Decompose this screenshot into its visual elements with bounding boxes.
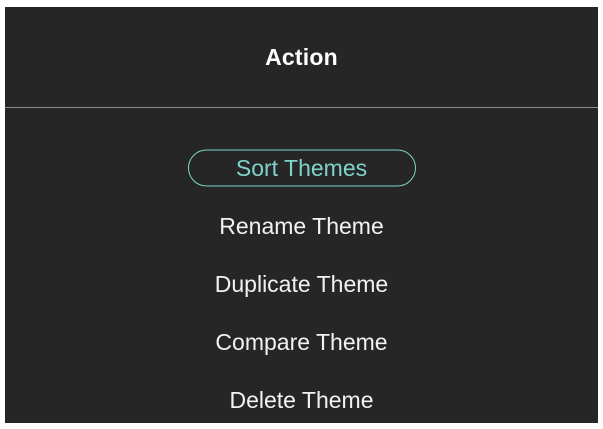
menu-item-label: Sort Themes xyxy=(235,154,368,181)
menu-item-duplicate-theme[interactable]: Duplicate Theme xyxy=(5,255,598,313)
menu-item-sort-themes[interactable]: Sort Themes xyxy=(5,139,598,197)
action-dialog: Action Sort Themes Rename Theme Duplicat… xyxy=(5,7,598,423)
menu-item-label: Delete Theme xyxy=(229,386,374,413)
dialog-header: Action xyxy=(5,7,598,107)
header-divider xyxy=(5,107,598,108)
menu-item-rename-theme[interactable]: Rename Theme xyxy=(5,197,598,255)
menu-item-compare-theme[interactable]: Compare Theme xyxy=(5,313,598,371)
menu-item-delete-theme[interactable]: Delete Theme xyxy=(5,371,598,429)
action-menu: Sort Themes Rename Theme Duplicate Theme… xyxy=(5,139,598,429)
menu-item-label: Duplicate Theme xyxy=(214,270,389,297)
menu-item-label: Rename Theme xyxy=(219,212,384,239)
menu-item-label: Compare Theme xyxy=(215,328,388,355)
dialog-title: Action xyxy=(265,43,338,70)
